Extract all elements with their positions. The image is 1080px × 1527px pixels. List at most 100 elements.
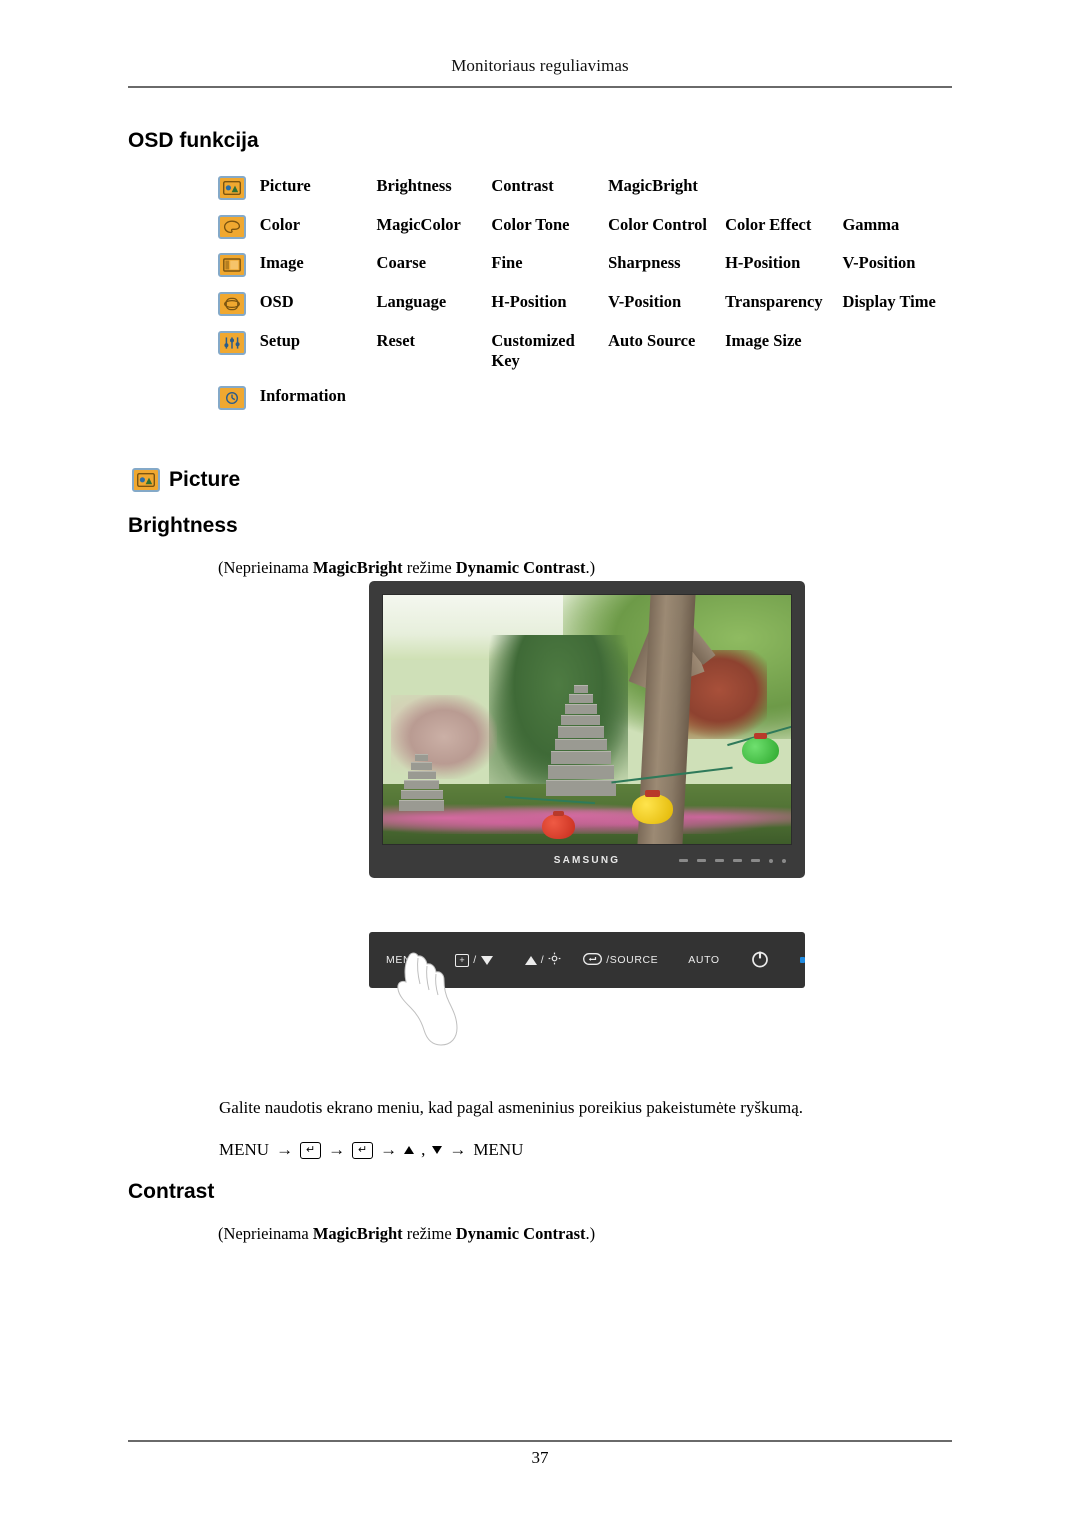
- page-number: 37: [531, 1448, 549, 1467]
- contrast-heading: Contrast: [128, 1180, 215, 1203]
- monitor-screen: [382, 594, 792, 845]
- row-item: MagicBright: [608, 176, 698, 195]
- row-item: Fine: [491, 253, 523, 273]
- down-adjust-button[interactable]: + /: [455, 953, 493, 967]
- scene-pagoda-main: [546, 684, 616, 814]
- row-item: Auto Source: [608, 330, 696, 350]
- note-bold-magicbright: MagicBright: [312, 558, 403, 577]
- note-middle: režime: [402, 558, 456, 577]
- row-name: Color: [259, 214, 301, 234]
- table-row: Picture Brightness Contrast MagicBright: [218, 176, 958, 215]
- picture-icon-cell: [218, 176, 260, 215]
- triangle-up-icon: [404, 1146, 415, 1154]
- power-icon: [750, 949, 770, 972]
- power-button[interactable]: [750, 949, 770, 972]
- triangle-down-icon: [480, 955, 493, 965]
- enter-key-icon: [583, 952, 603, 968]
- table-row: Setup Reset Customized Key Auto Source I…: [218, 330, 958, 386]
- table-row: OSD Language H-Position V-Position Trans…: [218, 291, 958, 331]
- auto-button[interactable]: AUTO: [688, 954, 719, 966]
- scene-pagoda-small: [399, 754, 445, 819]
- menu-button[interactable]: MENU: [386, 954, 419, 966]
- monitor-bezel: SAMSUNG: [382, 845, 792, 876]
- row-item: Reset: [376, 330, 416, 350]
- row-item: Brightness: [376, 176, 452, 195]
- contrast-note: (Neprieinama MagicBright režime Dynamic …: [218, 1224, 595, 1244]
- note-bold-dynamic-contrast: Dynamic Contrast: [455, 1224, 586, 1243]
- note-bold-magicbright: MagicBright: [312, 1224, 403, 1243]
- scene-lantern-green: [742, 733, 779, 765]
- bezel-mark: [697, 859, 706, 862]
- page-title: OSD funkcija: [128, 129, 259, 152]
- triangle-down-icon: [432, 1146, 443, 1154]
- up-brightness-button[interactable]: /: [524, 952, 562, 968]
- bezel-mark: [679, 859, 688, 862]
- row-item: [725, 176, 842, 215]
- bezel-control-marks: [679, 858, 786, 863]
- arrow-right-icon: →: [449, 1140, 467, 1159]
- row-item: Customized Key: [491, 330, 575, 371]
- picture-icon: [218, 176, 246, 200]
- up-button-separator: /: [540, 954, 545, 966]
- menu-path-start: MENU: [219, 1140, 270, 1159]
- arrow-right-icon: →: [328, 1140, 346, 1159]
- row-item: [491, 386, 608, 425]
- row-item: Image Size: [725, 330, 802, 350]
- down-button-separator: /: [473, 954, 477, 966]
- image-icon-cell: [218, 253, 260, 292]
- row-name: Setup: [259, 330, 301, 350]
- row-item: Gamma: [842, 214, 900, 234]
- row-item: V-Position: [842, 253, 916, 273]
- row-item: Transparency: [725, 291, 823, 311]
- row-item: Contrast: [491, 176, 554, 195]
- bezel-mark-dot: [782, 858, 786, 863]
- note-bold-dynamic-contrast: Dynamic Contrast: [455, 558, 586, 577]
- row-name: Picture: [259, 176, 311, 195]
- row-item: Color Effect: [725, 214, 812, 234]
- header-divider: [128, 86, 952, 88]
- menu-path-end: MENU: [473, 1140, 524, 1159]
- row-name: Image: [259, 253, 304, 273]
- row-item: V-Position: [608, 291, 682, 311]
- row-name: OSD: [259, 291, 294, 311]
- scene-lantern-yellow: [631, 790, 673, 825]
- monitor-control-bar: MENU + / / /SOURCE AUTO: [369, 932, 805, 988]
- color-palette-icon: [218, 214, 246, 239]
- menu-navigation-path: MENU → ↵ → ↵ → , → MENU: [219, 1140, 523, 1160]
- information-clock-icon: [218, 385, 246, 410]
- row-item: H-Position: [491, 291, 567, 311]
- source-button-label: /SOURCE: [606, 954, 659, 966]
- setup-sliders-icon: [218, 330, 246, 355]
- row-item: [842, 386, 958, 425]
- row-item: Color Tone: [491, 214, 570, 234]
- row-item: Language: [376, 291, 447, 311]
- running-header-text: Monitoriaus reguliavimas: [451, 56, 629, 75]
- auto-button-label: AUTO: [688, 954, 720, 966]
- bezel-mark: [715, 859, 724, 862]
- setup-icon-cell: [218, 330, 260, 386]
- row-item: [608, 386, 725, 425]
- row-item: Display Time: [842, 291, 936, 311]
- information-icon-cell: [218, 385, 260, 425]
- row-item: [842, 331, 958, 386]
- osd-function-table: Picture Brightness Contrast MagicBright …: [218, 176, 958, 424]
- brightness-description: Galite naudotis ekrano meniu, kad pagal …: [219, 1098, 803, 1117]
- image-icon: [218, 253, 246, 278]
- bezel-mark-dot: [769, 858, 773, 863]
- note-suffix: .): [585, 1224, 596, 1243]
- enter-key-icon: ↵: [352, 1141, 374, 1159]
- row-item: Coarse: [376, 253, 427, 273]
- menu-path-comma: ,: [421, 1140, 426, 1159]
- note-prefix: (Neprieinama: [218, 1224, 313, 1243]
- enter-key-icon: ↵: [300, 1141, 322, 1159]
- table-row: Image Coarse Fine Sharpness H-Position V…: [218, 253, 958, 292]
- row-name: Information: [259, 385, 346, 405]
- row-item: [842, 176, 958, 215]
- picture-section-heading: Picture: [132, 468, 240, 492]
- osd-icon-cell: [218, 291, 260, 331]
- bezel-mark: [751, 859, 760, 862]
- source-button[interactable]: /SOURCE: [583, 952, 659, 968]
- menu-button-label: MENU: [386, 954, 420, 966]
- scene-lantern-red: [542, 810, 575, 839]
- bezel-mark: [733, 859, 742, 862]
